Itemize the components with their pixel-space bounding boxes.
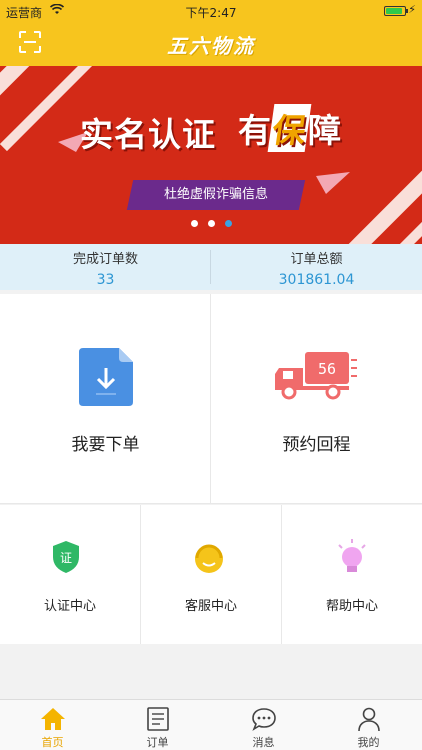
tab-bar: 首页 订单 消息 我的	[0, 699, 422, 750]
promo-banner[interactable]: 实名认证 有保障 杜绝虚假诈骗信息	[0, 66, 422, 244]
tab-home-label: 首页	[41, 736, 64, 749]
download-doc-icon	[79, 348, 133, 406]
auth-center-label: 认证中心	[43, 599, 96, 614]
user-icon	[358, 707, 380, 732]
clock: 下午2:47	[185, 6, 237, 20]
truck-icon: 56	[275, 352, 357, 400]
order-amount-stat: 订单总额 301861.04	[211, 244, 422, 290]
order-stats: 完成订单数 33 订单总额 301861.04	[0, 244, 422, 290]
tab-messages[interactable]: 消息	[211, 700, 316, 750]
order-amount-value: 301861.04	[278, 272, 355, 288]
place-order-label: 我要下单	[71, 435, 140, 455]
status-bar: 运营商 下午2:47 ⚡	[0, 0, 422, 22]
main-actions: 我要下单 56 预约回程	[0, 294, 422, 504]
brand-logo: 五六物流	[167, 34, 255, 58]
service-center-label: 客服中心	[184, 599, 237, 614]
completed-orders-stat: 完成订单数 33	[0, 244, 211, 290]
tab-messages-label: 消息	[252, 736, 275, 749]
carousel-dot[interactable]	[190, 220, 198, 227]
truck-badge: 56	[318, 360, 336, 378]
headline-prefix: 有	[238, 111, 271, 150]
banner-subline-text: 杜绝虚假诈骗信息	[163, 187, 268, 202]
order-amount-label: 订单总额	[290, 252, 343, 267]
shield-icon: 证	[53, 541, 79, 573]
completed-orders-label: 完成订单数	[72, 252, 138, 267]
tab-mine-label: 我的	[357, 736, 380, 749]
completed-orders-value: 33	[96, 272, 115, 288]
shield-badge: 证	[60, 551, 72, 565]
banner-subline: 杜绝虚假诈骗信息	[126, 180, 306, 210]
book-return-trip-button[interactable]: 56 预约回程	[211, 294, 422, 504]
headline-highlight: 保	[267, 104, 312, 152]
paper-plane-icon	[316, 172, 350, 194]
carousel-dots	[0, 220, 422, 227]
tab-mine[interactable]: 我的	[316, 700, 421, 750]
tab-orders[interactable]: 订单	[105, 700, 210, 750]
charging-icon: ⚡	[408, 3, 416, 16]
carousel-dot[interactable]	[224, 220, 232, 227]
service-shortcuts: 证 认证中心 客服中心 帮助中心	[0, 505, 422, 644]
headset-icon	[195, 544, 223, 573]
service-center-button[interactable]: 客服中心	[141, 505, 281, 644]
home-icon	[41, 708, 65, 730]
place-order-button[interactable]: 我要下单	[0, 294, 211, 504]
help-center-button[interactable]: 帮助中心	[282, 505, 422, 644]
battery-icon	[384, 6, 408, 16]
banner-stripe	[347, 131, 422, 244]
chat-bubble-icon	[252, 708, 276, 731]
banner-headline-right: 有保障	[238, 104, 341, 152]
tab-home[interactable]: 首页	[0, 700, 105, 750]
orders-icon	[147, 707, 169, 731]
tab-orders-label: 订单	[146, 736, 169, 749]
auth-center-button[interactable]: 证 认证中心	[0, 505, 140, 644]
book-return-trip-label: 预约回程	[282, 435, 351, 455]
top-bar: 运营商 下午2:47 ⚡ 五六物流	[0, 0, 422, 66]
carousel-dot[interactable]	[207, 220, 215, 227]
headline-suffix: 障	[308, 111, 341, 150]
help-center-label: 帮助中心	[325, 599, 378, 614]
banner-headline-left: 实名认证	[80, 115, 216, 154]
lightbulb-icon	[338, 539, 366, 572]
